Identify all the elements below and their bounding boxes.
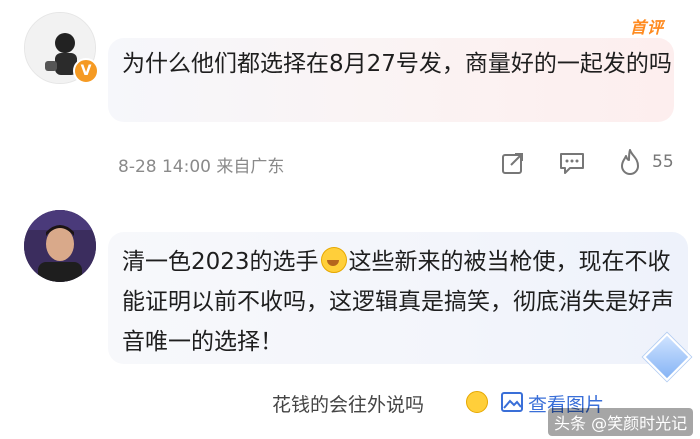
laughing-emoji-icon <box>466 391 488 413</box>
comment-text: 清一色2023的选手 这些新来的被当枪使，现在不收能证明以前不收吗，这逻辑真是搞笑… <box>122 242 682 362</box>
comment-time: 8-28 14:00 <box>118 157 211 177</box>
comment-source: 来自广东 <box>216 157 285 177</box>
laughing-emoji-icon <box>320 247 347 273</box>
like-count: 55 <box>652 152 674 172</box>
picture-icon[interactable] <box>500 391 524 413</box>
reply-preview-text[interactable]: 花钱的会往外说吗 <box>272 390 424 417</box>
comment-meta: 8-28 14:00 来自广东 <box>118 152 284 177</box>
first-comment-badge: 首评 <box>630 18 665 37</box>
comment-icon[interactable] <box>558 150 586 176</box>
user-avatar[interactable] <box>24 210 96 282</box>
watermark: 头条 @笑颜时光记 <box>548 408 694 436</box>
share-icon[interactable] <box>500 150 526 176</box>
verified-badge: V <box>73 58 99 84</box>
avatar-person-icon <box>24 210 96 282</box>
comment-text-part: 清一色2023的选手 <box>122 249 319 275</box>
flame-icon[interactable] <box>618 148 642 176</box>
comment-text: 为什么他们都选择在8月27号发，商量好的一起发的吗 <box>122 51 672 77</box>
